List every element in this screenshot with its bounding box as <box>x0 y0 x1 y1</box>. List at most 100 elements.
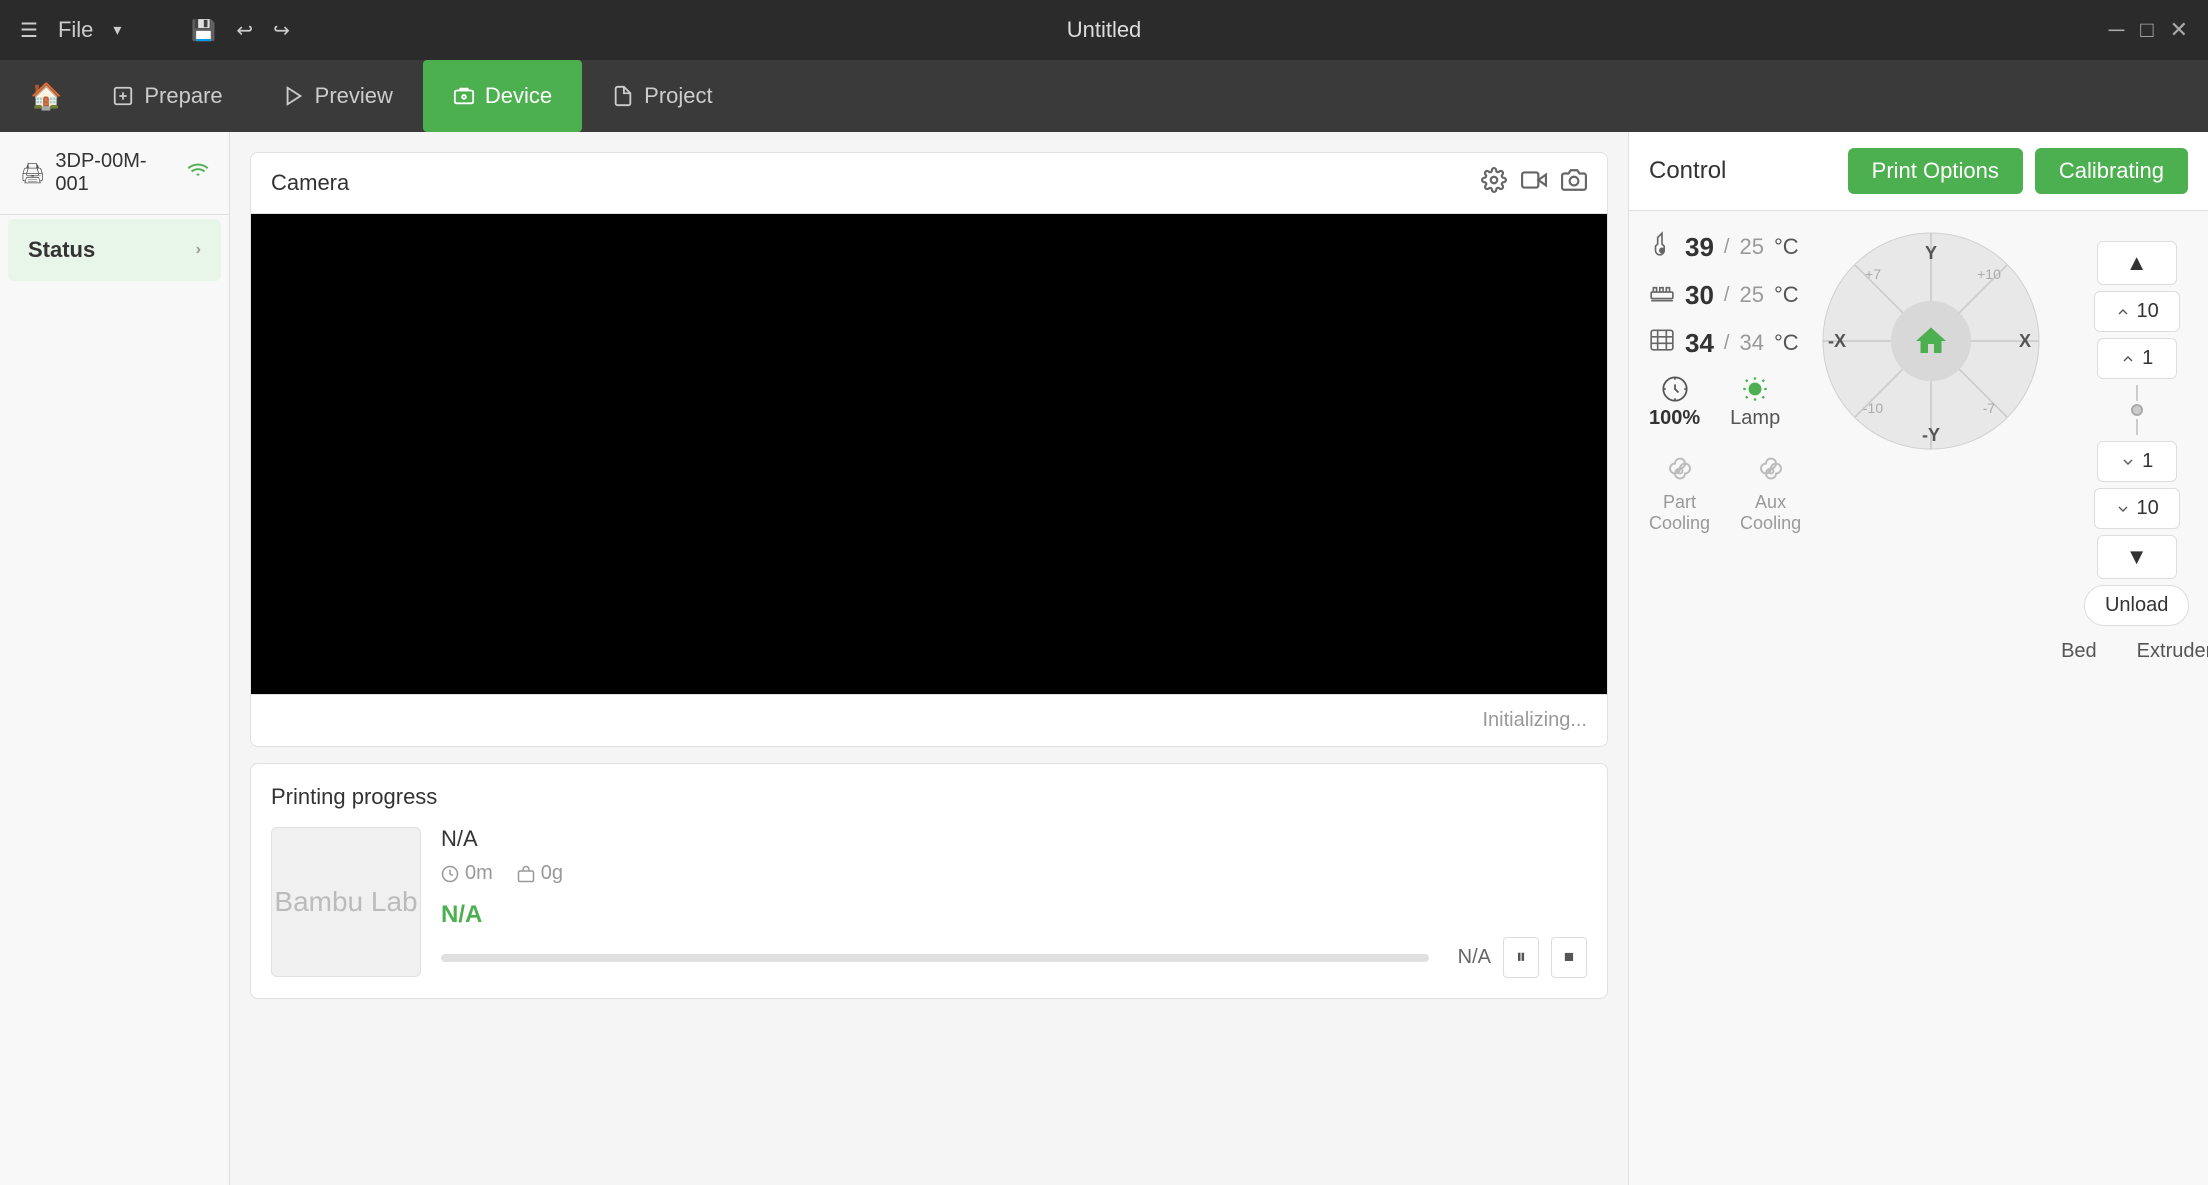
tab-device-label: Device <box>485 83 552 109</box>
file-dropdown-arrow[interactable]: ▾ <box>113 20 121 40</box>
control-left: 39 / 25 °C 30 / <box>1649 231 1801 1165</box>
z-value-1-up[interactable]: 1 <box>2097 338 2177 379</box>
tab-project-label: Project <box>644 83 712 109</box>
chamber-temp-unit: °C <box>1774 330 1799 356</box>
camera-title: Camera <box>271 170 1481 196</box>
undo-icon[interactable]: ↩ <box>236 18 253 43</box>
progress-bar-bg <box>441 954 1429 962</box>
bed-icon <box>1649 279 1675 311</box>
nozzle-temp-row: 39 / 25 °C <box>1649 231 1801 263</box>
tab-device[interactable]: Device <box>423 60 582 132</box>
printer-icon: 🖨 <box>20 161 45 186</box>
progress-actions: ⏸ ⏹ <box>1503 937 1587 978</box>
print-thumbnail: Bambu Lab <box>271 827 421 977</box>
jog-section: Y -Y -X X +10 -7 +7 -10 <box>1821 231 2041 1165</box>
sidebar: 🖨 3DP-00M-001 Status › <box>0 132 230 1185</box>
content-area: Camera <box>230 132 1628 1185</box>
camera-controls <box>1481 167 1587 199</box>
chevron-right-icon: › <box>196 241 201 259</box>
z-value-1-down[interactable]: 1 <box>2097 441 2177 482</box>
nozzle-temp-sep: / <box>1724 236 1730 259</box>
progress-pct: N/A <box>1441 946 1491 969</box>
aux-cooling-label: Aux Cooling <box>1740 492 1801 534</box>
camera-snapshot-button[interactable] <box>1561 167 1587 199</box>
tab-prepare[interactable]: Prepare <box>82 60 252 132</box>
bed-temp-target: 25 <box>1739 282 1763 308</box>
speed-value: 100% <box>1649 407 1700 430</box>
camera-record-button[interactable] <box>1521 167 1547 199</box>
tab-prepare-label: Prepare <box>144 83 222 109</box>
progress-bar-container: N/A ⏸ ⏹ <box>441 937 1587 978</box>
tab-preview[interactable]: Preview <box>253 60 423 132</box>
lamp-label: Lamp <box>1730 407 1780 430</box>
bed-label: Bed <box>2061 640 2097 663</box>
z-down-large-button[interactable]: ▼ <box>2097 535 2177 579</box>
printing-progress-panel: Printing progress Bambu Lab N/A 0m 0g <box>250 763 1608 999</box>
part-cooling-item: Part Cooling <box>1649 456 1710 534</box>
bed-temp-sep: / <box>1724 284 1730 307</box>
lamp-item: Lamp <box>1730 375 1780 430</box>
camera-status: Initializing... <box>251 694 1607 746</box>
nozzle-temp-unit: °C <box>1774 234 1799 260</box>
redo-icon[interactable]: ↪ <box>273 18 290 43</box>
print-weight: 0g <box>541 862 563 885</box>
nozzle-temp-value: 39 <box>1685 232 1714 263</box>
hamburger-icon[interactable]: ☰ <box>20 18 38 43</box>
sidebar-item-status[interactable]: Status › <box>8 219 221 281</box>
minimize-button[interactable]: ─ <box>2109 17 2125 43</box>
print-filename: N/A <box>441 826 1587 852</box>
maximize-button[interactable]: □ <box>2140 17 2153 43</box>
unload-button[interactable]: Unload <box>2084 585 2189 626</box>
control-title: Control <box>1649 157 1836 185</box>
nav-home-button[interactable]: 🏠 <box>10 81 82 112</box>
control-header: Control Print Options Calibrating <box>1629 132 2208 211</box>
chamber-icon <box>1649 327 1675 359</box>
wifi-icon <box>187 160 209 187</box>
chamber-temp-target: 34 <box>1739 330 1763 356</box>
camera-panel: Camera <box>250 152 1608 747</box>
progress-layer: N/A <box>441 901 1587 929</box>
z-controls-column: ▲ 10 1 1 <box>2061 231 2208 1165</box>
bed-extruder-labels: Bed Extruder <box>2061 640 2208 663</box>
nozzle-icon <box>1649 231 1675 263</box>
z-up-large-button[interactable]: ▲ <box>2097 241 2177 285</box>
z-value-10-down[interactable]: 10 <box>2094 488 2180 529</box>
weight-info: 0g <box>517 862 563 885</box>
jog-home-button[interactable] <box>1891 301 1971 381</box>
chamber-temp-row: 34 / 34 °C <box>1649 327 1801 359</box>
camera-settings-button[interactable] <box>1481 167 1507 199</box>
print-options-button[interactable]: Print Options <box>1848 148 2023 194</box>
calibrating-button[interactable]: Calibrating <box>2035 148 2188 194</box>
progress-meta: 0m 0g <box>441 862 1587 885</box>
save-icon[interactable]: 💾 <box>191 18 216 43</box>
part-cooling-label: Part Cooling <box>1649 492 1710 534</box>
speed-lamp-row: 100% Lamp <box>1649 375 1801 430</box>
progress-content: Bambu Lab N/A 0m 0g N/A <box>271 826 1587 978</box>
bed-temp-value: 30 <box>1685 280 1714 311</box>
jog-wheel-container: Y -Y -X X +10 -7 +7 -10 <box>1821 231 2041 451</box>
chamber-temp-value: 34 <box>1685 328 1714 359</box>
tab-preview-label: Preview <box>315 83 393 109</box>
printing-progress-title: Printing progress <box>271 784 1587 810</box>
menu-area: ☰ File ▾ 💾 ↩ ↪ <box>20 17 290 43</box>
file-menu[interactable]: File <box>58 17 93 43</box>
close-button[interactable]: ✕ <box>2170 17 2188 43</box>
nav-bar: 🏠 Prepare Preview Device Project <box>0 60 2208 132</box>
z-separator <box>2131 385 2143 435</box>
z-value-10-up[interactable]: 10 <box>2094 291 2180 332</box>
sidebar-status-label: Status <box>28 237 95 263</box>
pause-button[interactable]: ⏸ <box>1503 937 1539 978</box>
bambu-logo: Bambu Lab <box>274 886 417 918</box>
svg-text:+7: +7 <box>1865 266 1881 282</box>
camera-feed <box>251 214 1607 694</box>
control-content: 39 / 25 °C 30 / <box>1629 211 2208 1185</box>
window-title: Untitled <box>1067 17 1142 43</box>
print-time: 0m <box>465 862 493 885</box>
tab-project[interactable]: Project <box>582 60 742 132</box>
stop-button[interactable]: ⏹ <box>1551 937 1587 978</box>
main-layout: 🖨 3DP-00M-001 Status › Camera <box>0 132 2208 1185</box>
svg-text:-7: -7 <box>1983 400 1996 416</box>
chamber-temp-sep: / <box>1724 332 1730 355</box>
nozzle-temp-target: 25 <box>1739 234 1763 260</box>
window-controls: ─ □ ✕ <box>2109 17 2188 43</box>
